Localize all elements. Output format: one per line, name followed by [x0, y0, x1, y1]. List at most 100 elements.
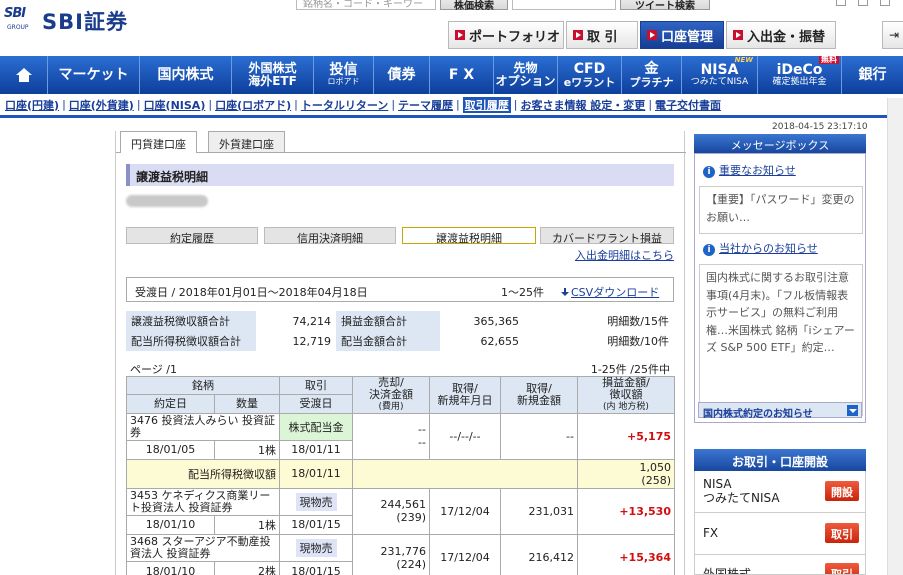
link-customer-settings[interactable]: お客さま情報 設定・変更: [520, 97, 645, 113]
table-row: 3468 スターアジア不動産投資法人 投資証券 現物売 231,776 (224)…: [126, 533, 675, 575]
link-total-return[interactable]: トータルリターン: [301, 97, 388, 113]
link-account-yen[interactable]: 口座(円建): [5, 97, 59, 113]
header-checkbox[interactable]: [858, 0, 868, 6]
fx-trade-button[interactable]: 取引: [825, 523, 859, 543]
period-box: 受渡日 / 2018年01月01日～2018年04月18日 1～25件 CSVダ…: [126, 277, 674, 302]
nav-foreign-stock[interactable]: 外国株式 海外ETF: [232, 56, 314, 94]
page-scrollbar[interactable]: [887, 98, 903, 575]
foreign-trade-button[interactable]: 取引: [825, 563, 859, 574]
red-arrow-icon: [733, 30, 743, 40]
account-sub-nav: 口座(円建) | 口座(外貨建) | 口座(NISA) | 口座(ロボアド) | トータ…: [0, 94, 903, 118]
important-notice-link[interactable]: i 重要なお知らせ: [703, 162, 796, 178]
message-box-header: メッセージボックス: [694, 134, 866, 153]
nisa-open-button[interactable]: 開設: [825, 481, 859, 501]
summary-label: 譲渡益税徴収額合計: [126, 311, 256, 331]
profit-loss: +13,530: [577, 487, 675, 535]
company-notice-text[interactable]: 国内株式に関するお取引注意事項(4月末)。「フル板情報表示サービス」の無料ご利用…: [699, 264, 863, 416]
logo-sbi-mark: SBI: [4, 6, 26, 21]
summary-label: 損益金額合計: [336, 311, 440, 331]
link-account-foreign[interactable]: 口座(外貨建): [69, 97, 134, 113]
acq-date: --/--/--: [429, 412, 501, 460]
link-account-nisa[interactable]: 口座(NISA): [144, 97, 206, 113]
nav-label: オプション: [495, 74, 556, 88]
expand-icon[interactable]: [847, 405, 858, 416]
header-checkbox[interactable]: [880, 0, 890, 6]
table-row-dividend-tax: 配当所得税徴収額 18/01/11 1,050 (258): [126, 458, 675, 489]
settle-date: 18/01/15: [279, 514, 353, 535]
nav-label: CFD: [573, 60, 606, 77]
link-trade-history[interactable]: 取引履歴: [462, 96, 511, 113]
new-badge: NEW: [734, 56, 753, 64]
tab-yen-account[interactable]: 円貨建口座: [120, 131, 197, 153]
nav-home[interactable]: [0, 56, 48, 94]
sell-amount: 231,776 (224): [352, 533, 430, 575]
segment-execution-history[interactable]: 約定履歴: [126, 227, 258, 245]
summary-value: 74,214: [292, 314, 332, 328]
nav-bank[interactable]: 銀行: [842, 56, 903, 94]
segment-covered-warrant[interactable]: カバードワラント損益: [540, 227, 674, 245]
nav-ideco[interactable]: 無料 iDeCo 確定拠出年金: [758, 55, 842, 94]
nav-bond[interactable]: 債券: [374, 56, 430, 94]
trade-date: 18/01/10: [126, 561, 215, 575]
nav-label: F X: [448, 66, 475, 83]
nav-cfd[interactable]: CFD eワラント: [558, 56, 622, 94]
sell-amount: -- --: [352, 412, 430, 460]
sbi-group-logo[interactable]: SBI GROUP: [4, 6, 34, 34]
nav-label: つみたてNISA: [690, 76, 749, 87]
nav-label: 投信: [329, 62, 358, 79]
nav-trust[interactable]: 投信 ロボアド: [314, 56, 374, 94]
settle-date: 18/01/11: [279, 439, 353, 460]
csv-download-link[interactable]: CSVダウンロード: [561, 284, 659, 300]
domestic-execution-notice[interactable]: 国内株式約定のお知らせ: [698, 402, 862, 420]
subnav-deposit[interactable]: 入出金・振替: [726, 21, 836, 49]
quantity: 1株: [214, 439, 280, 460]
security-name[interactable]: 3468 スターアジア不動産投資法人 投資証券: [126, 533, 280, 563]
link-theme-history[interactable]: テーマ履歴: [398, 97, 453, 113]
nav-fx[interactable]: F X: [430, 56, 494, 94]
nav-futures[interactable]: 先物 オプション: [494, 56, 558, 94]
nav-market[interactable]: マーケット: [48, 56, 140, 94]
subnav-label: 入出金・振替: [747, 29, 826, 45]
main-nav: マーケット 国内株式 外国株式 海外ETF 投信 ロボアド 債券 F X 先物 オプシ…: [0, 55, 903, 94]
nisa-label: つみたてNISA: [703, 491, 780, 506]
security-name[interactable]: 3453 ケネディクス商業リート投資法人 投資証券: [126, 487, 280, 516]
timestamp: 2018-04-15 23:17:10: [772, 122, 868, 132]
col-header-trade: 取引: [279, 375, 353, 396]
nav-label: 海外ETF: [248, 74, 297, 88]
company-notice-link[interactable]: i 当社からのお知らせ: [703, 240, 818, 256]
site-logo[interactable]: SBI証券: [42, 6, 128, 36]
nav-domestic-stock[interactable]: 国内株式: [140, 56, 232, 94]
col-header-settle: 受渡日: [279, 394, 353, 414]
subnav-portfolio[interactable]: ポートフォリオ: [448, 21, 564, 49]
link-account-roboad[interactable]: 口座(ロボアド): [215, 97, 291, 113]
header-checkbox[interactable]: [836, 0, 846, 6]
sell-amount: 244,561 (239): [352, 487, 430, 535]
tab-foreign-account[interactable]: 外貨建口座: [208, 131, 285, 152]
open-row-fx: FX 取引: [694, 513, 866, 555]
stock-search-button[interactable]: 株価検索: [440, 0, 508, 12]
security-name[interactable]: 3476 投資法人みらい 投資証券: [126, 412, 280, 441]
secondary-search-button[interactable]: ツイート検索: [620, 0, 710, 12]
external-link-icon[interactable]: ⇥: [882, 21, 903, 49]
col-header-name: 銘柄: [126, 375, 280, 396]
info-icon: i: [703, 244, 715, 256]
subnav-account[interactable]: 口座管理: [640, 21, 724, 49]
home-icon: [15, 68, 32, 82]
important-notice-text[interactable]: 【重要】「パスワード」変更のお願い…: [699, 186, 863, 234]
page-indicator: ページ /1: [130, 363, 177, 376]
stock-search-input[interactable]: 銘柄名・コード・キーワード: [296, 0, 436, 10]
col-header-date: 約定日: [126, 394, 215, 414]
nav-nisa[interactable]: NEW NISA つみたてNISA: [682, 56, 758, 94]
segment-capital-gains-tax[interactable]: 譲渡益税明細: [402, 227, 536, 245]
nisa-label: NISA: [703, 477, 732, 491]
link-e-documents[interactable]: 電子交付書面: [655, 97, 721, 113]
col-header-acq-amount: 取得/新規金額: [500, 376, 578, 414]
subnav-trade[interactable]: 取 引: [566, 21, 638, 49]
period-text: 受渡日 / 2018年01月01日～2018年04月18日: [135, 286, 368, 299]
secondary-search-input[interactable]: [512, 0, 616, 10]
segment-margin-settlement[interactable]: 信用決済明細: [264, 227, 396, 245]
summary-row: 配当所得税徴収額合計 12,719 配当金額合計 62,655 明細数/10件: [126, 331, 674, 351]
deposit-detail-link[interactable]: 入出金明細はこちら: [575, 247, 674, 263]
nav-gold[interactable]: 金プラチナ: [622, 56, 682, 94]
subnav-label: 口座管理: [661, 29, 714, 45]
